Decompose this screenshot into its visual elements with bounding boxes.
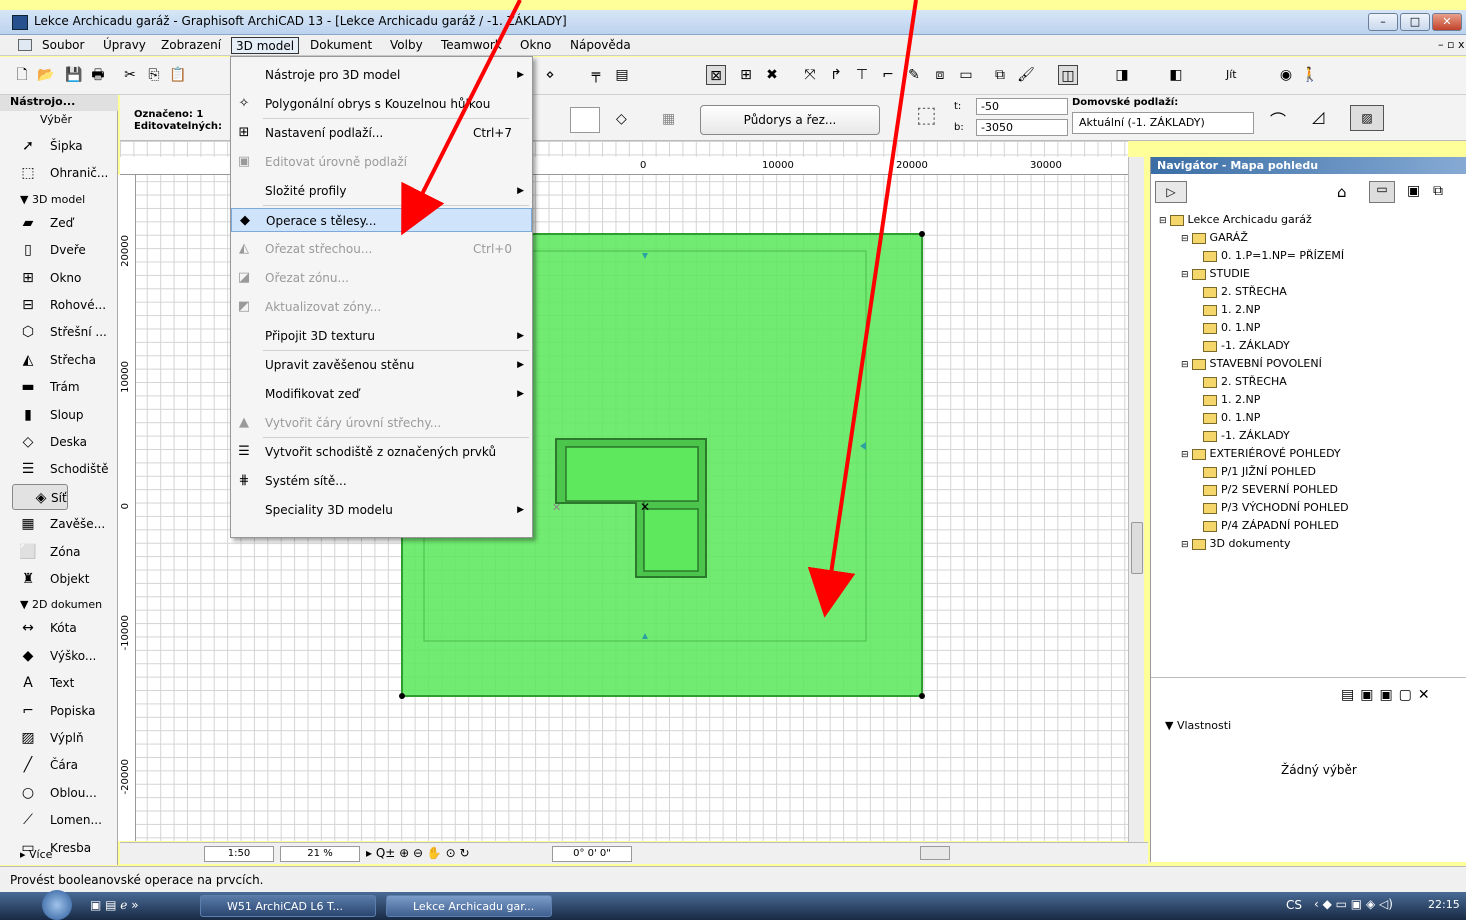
status-bar: Provést booleanovské operace na prvcích. xyxy=(0,866,1466,892)
taskbar: ▣ ▤ ℯ » W51 ArchiCAD L6 T... Lekce Archi… xyxy=(0,890,1466,920)
clock: 22:15 xyxy=(1428,898,1460,911)
annotation-arrow xyxy=(401,0,522,236)
tray-icons[interactable]: ‹ ◆ ▭ ▣ ◈ ◁) xyxy=(1314,897,1393,911)
quicklaunch-icons[interactable]: ▣ ▤ ℯ » xyxy=(90,898,139,912)
annotation-arrow xyxy=(807,0,918,618)
start-button[interactable] xyxy=(42,890,72,920)
language-indicator[interactable]: CS xyxy=(1286,898,1302,912)
taskbar-item[interactable]: Lekce Archicadu gar... xyxy=(386,895,552,917)
taskbar-item[interactable]: W51 ArchiCAD L6 T... xyxy=(200,895,376,917)
annotation-arrows xyxy=(401,0,918,618)
